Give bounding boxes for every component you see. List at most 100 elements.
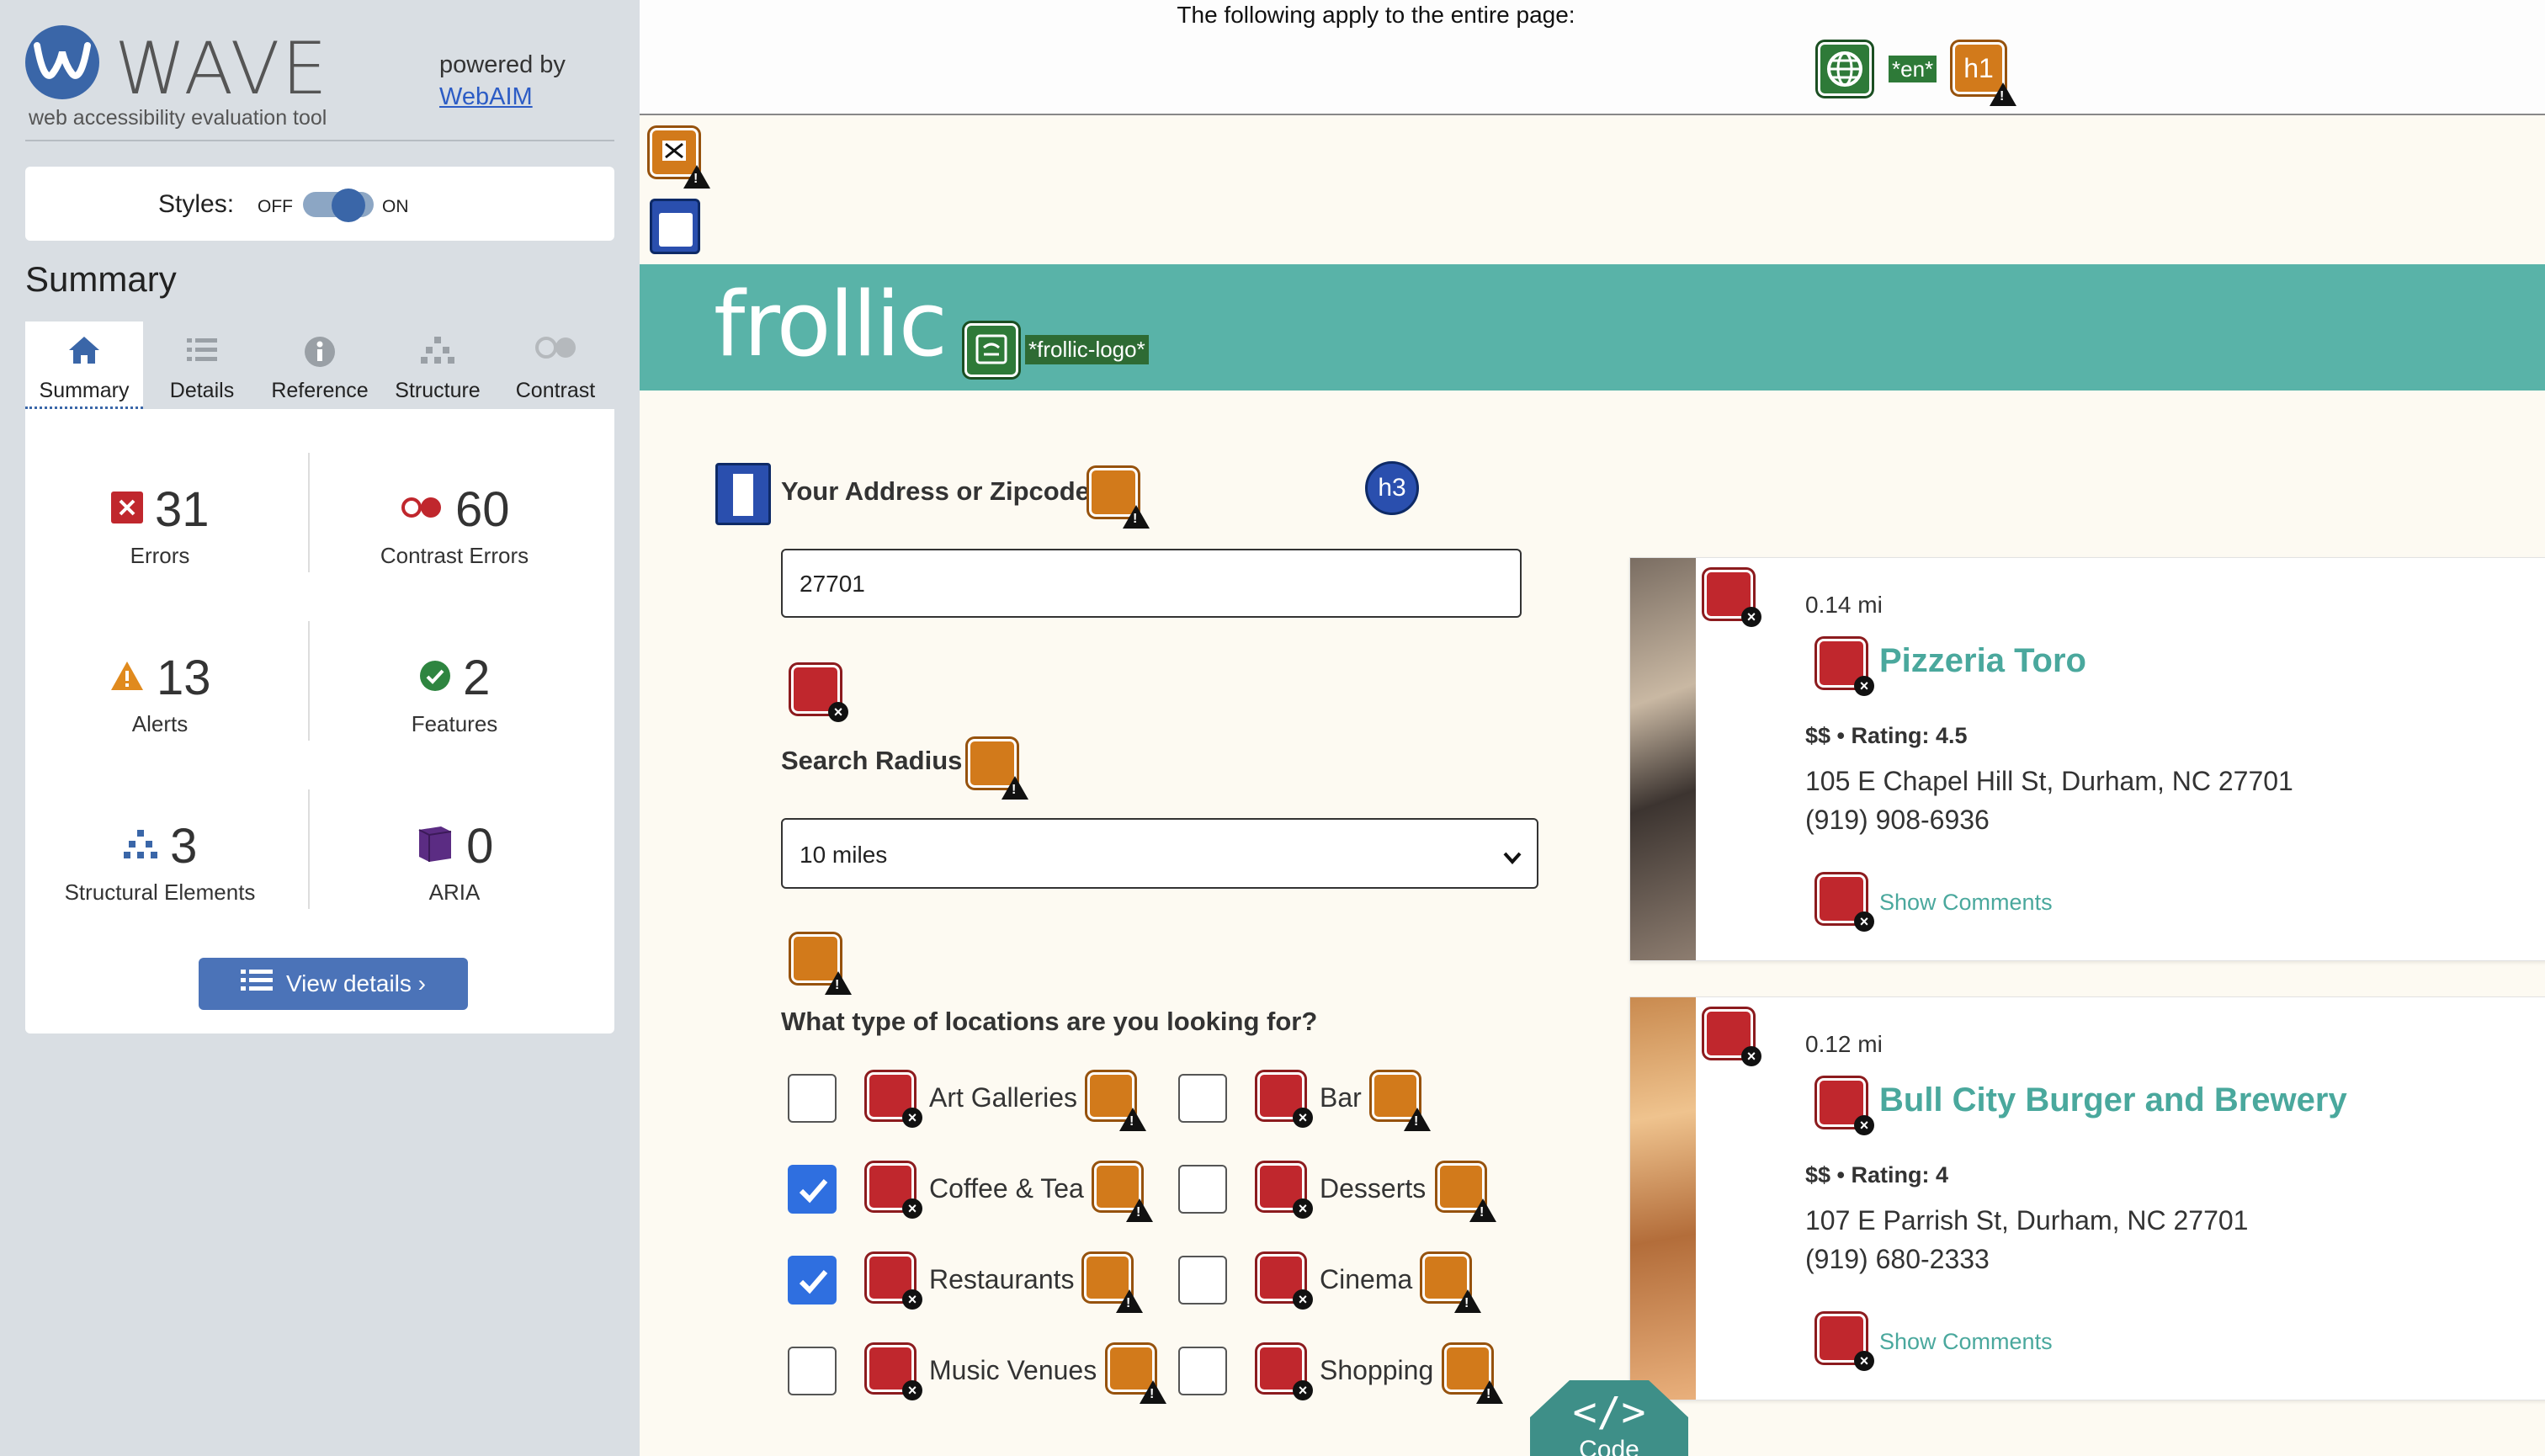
category-label: Shopping [1320, 1355, 1434, 1385]
tab-details[interactable]: Details [143, 321, 261, 409]
orphaned-label-alert-icon[interactable] [968, 739, 1028, 800]
show-comments-link[interactable]: Show Comments [1879, 890, 2053, 916]
missing-label-error-icon[interactable]: × [867, 1254, 922, 1310]
missing-label-error-icon[interactable]: × [867, 1072, 922, 1128]
checkbox-desserts[interactable] [1178, 1165, 1227, 1214]
result-distance: 0.14 mi [1805, 592, 1883, 618]
missing-label-error-icon[interactable]: × [1257, 1072, 1313, 1128]
category-label: Bar [1320, 1082, 1362, 1113]
error-x-icon: × [828, 702, 848, 722]
error-x-icon: × [1741, 1046, 1761, 1066]
orphaned-label-alert-icon[interactable] [1422, 1254, 1481, 1313]
missing-image-alert-icon[interactable] [650, 128, 710, 189]
contrast-errors-label: Contrast Errors [380, 543, 529, 568]
page-level-text: The following apply to the entire page: [1177, 2, 1575, 28]
orphaned-label-alert-icon[interactable] [1108, 1345, 1166, 1404]
missing-label-error-icon[interactable]: × [1257, 1345, 1313, 1400]
orphaned-label-alert-icon[interactable] [1437, 1163, 1496, 1222]
orphaned-label-alert-icon[interactable] [1084, 1254, 1143, 1313]
region-glyph [659, 213, 693, 247]
show-comments-link[interactable]: Show Comments [1879, 1329, 2053, 1355]
missing-alt-error-icon[interactable]: × [1704, 1009, 1761, 1066]
tab-details-label: Details [169, 379, 235, 402]
result-name[interactable]: Pizzeria Toro [1879, 642, 2086, 680]
orphaned-label-alert-icon[interactable] [1089, 468, 1150, 529]
checkbox-shopping[interactable] [1178, 1347, 1227, 1395]
result-contact: 105 E Chapel Hill St, Durham, NC 27701 (… [1805, 762, 2293, 839]
orphaned-label-alert-icon[interactable] [1444, 1345, 1503, 1404]
result-card[interactable]: × 0.12 mi × Bull City Burger and Brewery… [1629, 996, 2545, 1400]
warning-icon [1002, 776, 1028, 800]
warning-icon [1116, 1289, 1143, 1313]
errors-label: Errors [130, 543, 190, 568]
address-input[interactable]: 27701 [781, 549, 1522, 618]
warning-icon [1126, 1198, 1153, 1222]
tab-summary[interactable]: Summary [25, 321, 143, 409]
h1-alert-icon[interactable]: h1 [1953, 42, 2016, 106]
warning-icon [1990, 82, 2016, 106]
missing-label-error-icon[interactable]: × [791, 665, 848, 722]
orphaned-label-alert-icon[interactable] [1372, 1072, 1431, 1131]
result-card[interactable]: × 0.14 mi × Pizzeria Toro $$ • Rating: 4… [1629, 557, 2545, 961]
missing-label-error-icon[interactable]: × [1257, 1163, 1313, 1219]
orphaned-label-alert-icon[interactable] [1087, 1072, 1146, 1131]
wave-sidebar: WAVE web accessibility evaluation tool p… [0, 0, 640, 1456]
h3-heading-badge[interactable]: h3 [1365, 461, 1419, 515]
checkbox-art-galleries[interactable] [788, 1074, 837, 1123]
checkmark-icon [799, 1179, 828, 1204]
tab-reference[interactable]: Reference [261, 321, 379, 409]
styles-toggle[interactable] [303, 189, 374, 222]
header-region-icon[interactable] [650, 199, 700, 254]
error-x-icon: × [1854, 1115, 1874, 1135]
empty-button-error-icon[interactable]: × [1817, 874, 1874, 932]
radius-label: Search Radius [781, 746, 963, 775]
result-rating: Rating: 4.5 [1851, 723, 1968, 748]
language-badge[interactable]: *en* [1889, 56, 1937, 82]
radius-select[interactable]: 10 miles [781, 818, 1538, 889]
result-address: 107 E Parrish St, Durham, NC 27701 [1805, 1205, 2249, 1235]
stat-structural: 3 Structural Elements [25, 818, 295, 906]
empty-link-error-icon[interactable]: × [1817, 639, 1874, 696]
divider [308, 453, 310, 572]
webaim-link[interactable]: WebAIM [439, 83, 533, 110]
category-label: Art Galleries [929, 1082, 1078, 1113]
fieldset-alert-icon[interactable] [791, 934, 852, 995]
checkbox-bar[interactable] [1178, 1074, 1227, 1123]
empty-button-error-icon[interactable]: × [1817, 1314, 1874, 1371]
result-phone: (919) 908-6936 [1805, 805, 1990, 835]
result-price: $$ [1805, 1162, 1831, 1188]
category-label: Coffee & Tea [929, 1173, 1084, 1204]
checkbox-music-venues[interactable] [788, 1347, 837, 1395]
error-x-icon: × [902, 1198, 922, 1219]
code-button[interactable]: </> Code [1530, 1380, 1688, 1456]
language-globe-icon[interactable] [1818, 42, 1872, 96]
missing-label-error-icon[interactable]: × [1257, 1254, 1313, 1310]
result-address: 105 E Chapel Hill St, Durham, NC 27701 [1805, 766, 2293, 796]
result-name[interactable]: Bull City Burger and Brewery [1879, 1081, 2347, 1119]
warning-icon [1469, 1198, 1496, 1222]
checkbox-cinema[interactable] [1178, 1256, 1227, 1305]
result-distance: 0.12 mi [1805, 1031, 1883, 1057]
summary-panel: 31 Errors 60 Contrast Errors 13 Alerts 2… [25, 409, 614, 1034]
logo-alt-text: *frollic-logo* [1025, 335, 1149, 364]
result-phone: (919) 680-2333 [1805, 1244, 1990, 1274]
linked-image-feature-icon[interactable] [964, 323, 1018, 377]
stat-features: 2 Features [320, 650, 589, 737]
errors-count: 31 [154, 482, 210, 537]
category-label: Desserts [1320, 1173, 1427, 1204]
view-details-button[interactable]: View details › [199, 958, 468, 1010]
checkbox-restaurants[interactable] [788, 1256, 837, 1305]
error-x-icon: × [1293, 1198, 1313, 1219]
missing-label-error-icon[interactable]: × [867, 1163, 922, 1219]
stat-aria: 0 ARIA [320, 818, 589, 906]
tab-structure[interactable]: Structure [379, 321, 497, 409]
tab-contrast[interactable]: Contrast [497, 321, 614, 409]
frollic-logo[interactable]: frollic [714, 273, 948, 376]
divider [308, 789, 310, 909]
orphaned-label-alert-icon[interactable] [1094, 1163, 1153, 1222]
missing-label-error-icon[interactable]: × [867, 1345, 922, 1400]
checkbox-coffee-tea[interactable] [788, 1165, 837, 1214]
form-region-icon[interactable] [715, 463, 771, 525]
missing-alt-error-icon[interactable]: × [1704, 570, 1761, 627]
empty-link-error-icon[interactable]: × [1817, 1078, 1874, 1135]
